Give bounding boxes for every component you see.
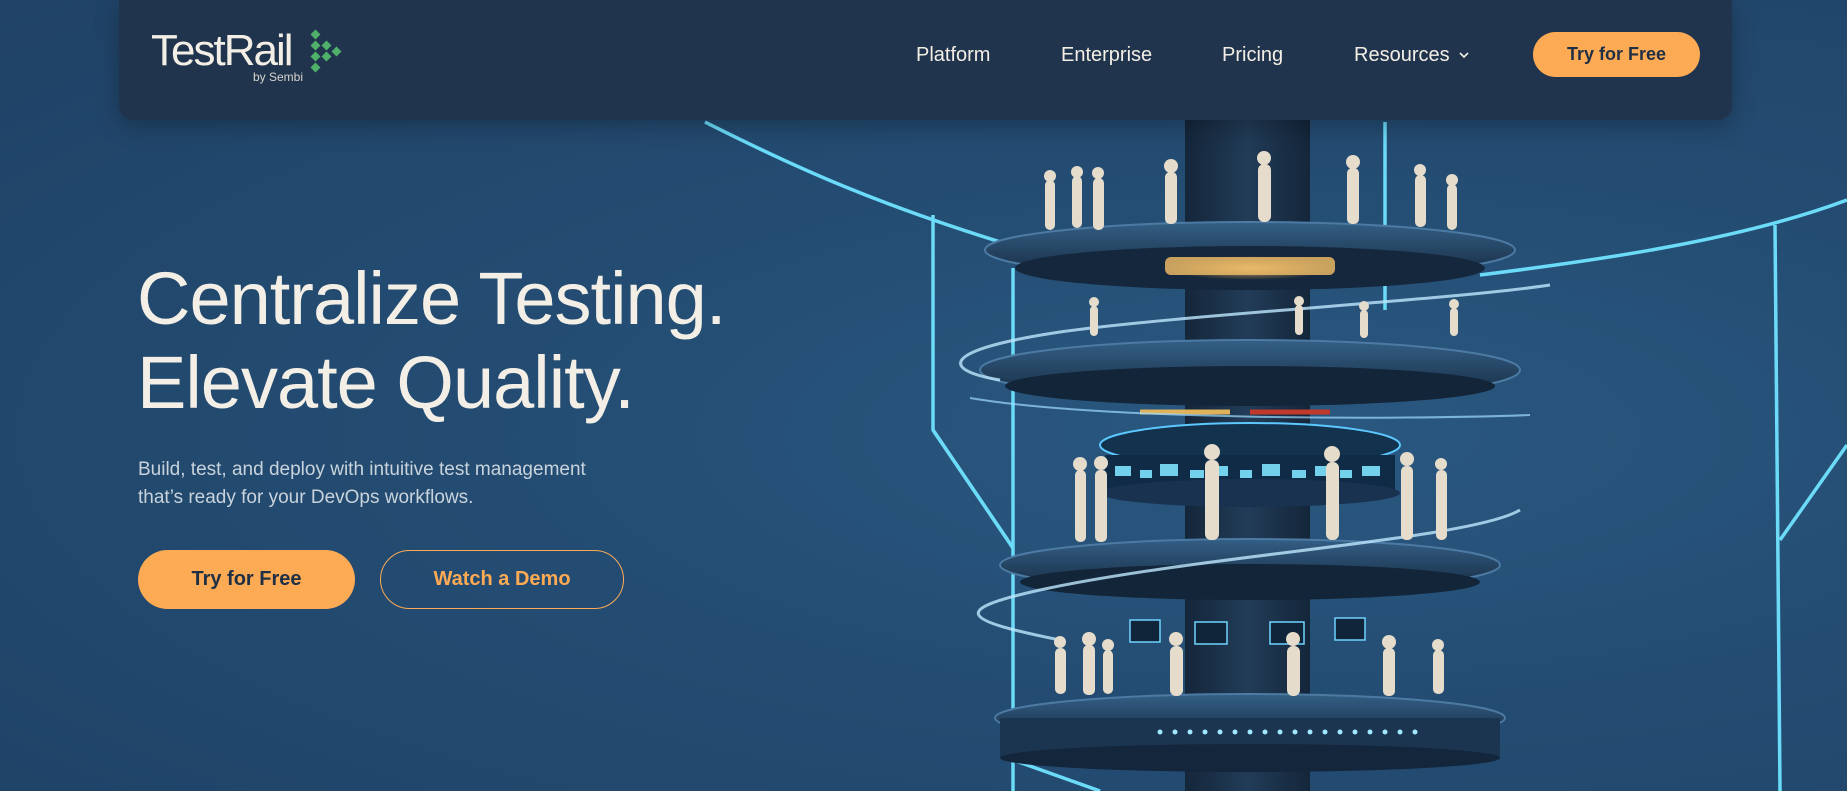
nav-pricing[interactable]: Pricing [1222,43,1283,67]
hero-subheadline-line-2: that’s ready for your DevOps workflows. [138,487,474,508]
nav-resources[interactable]: Resources [1354,43,1470,67]
hero-headline: Centralize Testing. Elevate Quality. [137,257,837,425]
diamond-grid-icon [310,29,342,73]
logo-byline: by Sembi [253,70,304,84]
nav-platform[interactable]: Platform [916,43,990,67]
header-try-free-button[interactable]: Try for Free [1533,32,1700,77]
hero-try-free-button[interactable]: Try for Free [138,550,355,609]
landing-page: TestRail by Sembi Platform Enterprise Pr… [0,0,1847,791]
top-navbar: TestRail by Sembi Platform Enterprise Pr… [119,0,1732,120]
nav-resources-label: Resources [1354,44,1450,66]
hero-headline-line-1: Centralize Testing. [137,257,726,340]
hero-subheadline-line-1: Build, test, and deploy with intuitive t… [138,459,586,480]
logo-wordmark: TestRail [151,26,293,75]
nav-enterprise[interactable]: Enterprise [1061,43,1152,67]
chevron-down-icon [1459,52,1469,59]
watch-demo-button[interactable]: Watch a Demo [380,550,624,609]
testrail-logo[interactable]: TestRail by Sembi [151,26,351,86]
hero-headline-line-2: Elevate Quality. [137,341,635,424]
hero-subheadline: Build, test, and deploy with intuitive t… [138,456,658,512]
